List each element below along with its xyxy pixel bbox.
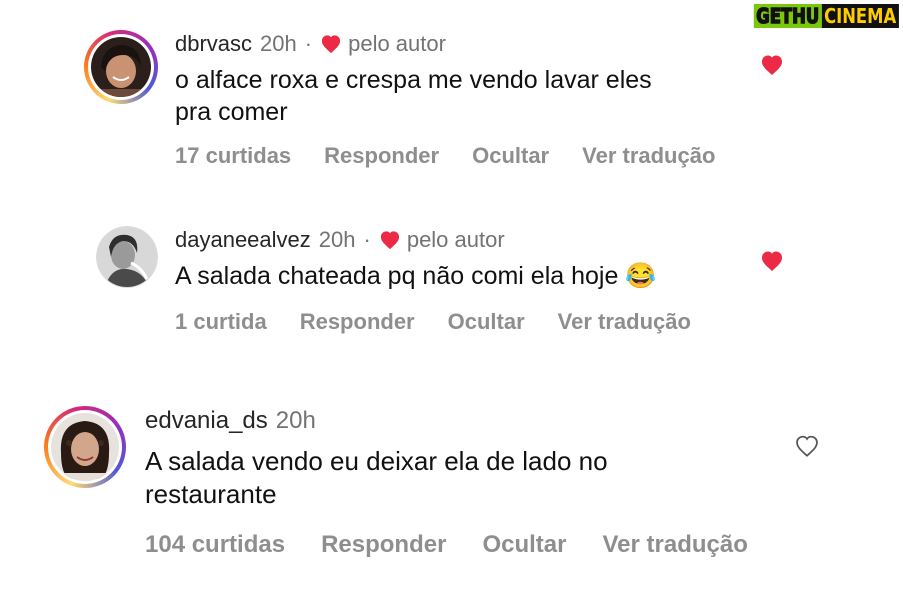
author-heart-icon [379, 230, 401, 250]
hide-button[interactable]: Ocultar [448, 309, 525, 335]
comment-text-line: A salada chateada pq não comi ela hoje 😂 [175, 262, 657, 290]
comment-meta: edvania_ds 20h [145, 407, 316, 435]
translate-button[interactable]: Ver tradução [582, 143, 715, 169]
reply-button[interactable]: Responder [300, 309, 415, 335]
comment-text: A salada vendo eu deixar ela de lado no … [145, 445, 608, 511]
likes-count-link[interactable]: 1 curtida [175, 309, 267, 335]
comment-item: dbrvasc 20h · pelo autor o alface roxa e… [0, 0, 903, 190]
like-heart-icon[interactable] [760, 250, 784, 272]
reply-button[interactable]: Responder [321, 531, 446, 559]
author-heart-icon [320, 34, 342, 54]
avatar[interactable] [44, 406, 126, 488]
author-badge-label: pelo autor [406, 227, 505, 252]
likes-count-link[interactable]: 104 curtidas [145, 531, 285, 559]
reply-button[interactable]: Responder [324, 143, 439, 169]
likes-count-link[interactable]: 17 curtidas [175, 143, 291, 169]
comment-item: dayaneealvez 20h · pelo autor A salada c… [0, 190, 903, 360]
like-heart-icon[interactable] [760, 54, 784, 76]
timestamp: 20h [275, 407, 316, 434]
comment-text-line: A salada vendo eu deixar ela de lado no [145, 446, 608, 476]
username[interactable]: edvania_ds [145, 407, 268, 435]
comment-text-line: restaurante [145, 479, 277, 509]
username[interactable]: dayaneealvez [175, 227, 311, 253]
comment-item: edvania_ds 20h A salada vendo eu deixar … [0, 360, 903, 604]
avatar[interactable] [96, 226, 158, 288]
comment-actions: 1 curtida Responder Ocultar Ver tradução [175, 309, 691, 335]
comment-text-line: pra comer [175, 98, 288, 126]
timestamp: 20h [318, 227, 356, 252]
comment-meta: dayaneealvez 20h · pelo autor [175, 227, 505, 253]
timestamp: 20h [260, 31, 297, 56]
author-badge-label: pelo autor [348, 31, 446, 56]
translate-button[interactable]: Ver tradução [558, 309, 691, 335]
comment-actions: 17 curtidas Responder Ocultar Ver traduç… [175, 143, 715, 169]
like-heart-outline-icon[interactable] [794, 434, 820, 458]
separator: · [304, 31, 313, 56]
translate-button[interactable]: Ver tradução [602, 531, 747, 559]
comment-text-line: o alface roxa e crespa me vendo lavar el… [175, 66, 652, 94]
username[interactable]: dbrvasc [175, 31, 252, 57]
hide-button[interactable]: Ocultar [472, 143, 549, 169]
avatar[interactable] [84, 30, 158, 104]
comment-actions: 104 curtidas Responder Ocultar Ver tradu… [145, 531, 748, 559]
comment-text: o alface roxa e crespa me vendo lavar el… [175, 64, 652, 128]
hide-button[interactable]: Ocultar [482, 531, 566, 559]
comment-meta: dbrvasc 20h · pelo autor [175, 31, 446, 57]
separator: · [363, 227, 371, 252]
comment-text: A salada chateada pq não comi ela hoje 😂 [175, 260, 656, 292]
